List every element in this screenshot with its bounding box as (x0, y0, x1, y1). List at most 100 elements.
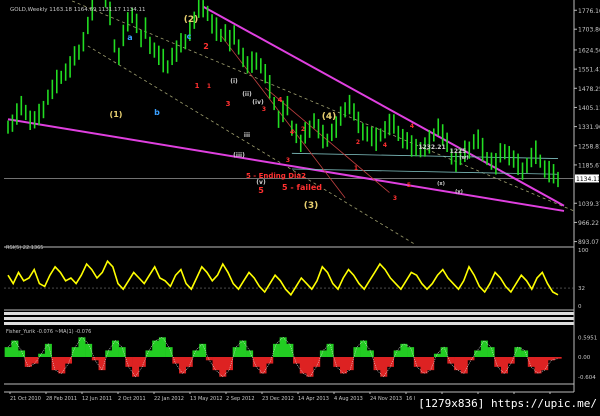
fisher-bar (306, 357, 314, 377)
fisher-label: Fisher_Yurik -0.076 ~MA(1) -0.076 (6, 329, 91, 335)
fisher-bar (185, 357, 193, 367)
x-axis-tick-label: 14 Apr 2013 (298, 396, 329, 402)
watermark: [1279x836] https://upic.me/ (415, 396, 600, 412)
fisher-bar (38, 353, 46, 357)
x-axis-tick-label: 2 Sep 2012 (226, 396, 255, 402)
wave-label: 4 (383, 142, 387, 149)
fisher-bar (313, 357, 321, 367)
price-axis-tick-label: 1185.67 (578, 162, 600, 169)
wave-label: 5 (407, 182, 411, 189)
fisher-bar (252, 357, 260, 367)
wave-label: 1 (354, 165, 358, 172)
fisher-axis-tick-label: 0.5951 (578, 335, 597, 341)
rsi-label: RSI(5) 22.1365 (6, 245, 43, 251)
fisher-axis-tick-label: 0.00 (578, 355, 591, 361)
fisher-bar (205, 357, 213, 361)
fisher-bar (272, 343, 280, 357)
wave-label: 2 (301, 126, 305, 133)
wave-label: (2) (184, 15, 199, 25)
wave-label: (ii) (242, 91, 252, 98)
wave-label: 1 (207, 83, 211, 90)
x-axis-tick-label: 23 Dec 2012 (262, 396, 294, 402)
wave-label: 5 - Ending Dia2 (246, 172, 306, 180)
x-axis-tick-label: 2 Oct 2011 (118, 396, 146, 402)
rsi-line (7, 259, 559, 297)
indicator-separator-bar (4, 312, 574, 315)
fisher-bar (31, 357, 39, 364)
wave-label: (y) (455, 189, 463, 195)
wave-label: 3 (226, 100, 231, 108)
wave-label: 1232.21 (418, 144, 445, 151)
price-axis-tick-label: 1624.56 (578, 47, 600, 54)
wave-label: (x) (437, 181, 445, 187)
fisher-bar (326, 343, 334, 357)
wave-label: 1225 (450, 148, 467, 155)
fisher-bar (145, 350, 153, 357)
fisher-bar (541, 357, 549, 371)
x-axis-tick-label: 22 Jan 2012 (154, 396, 184, 402)
wave-label: 3 (286, 157, 290, 164)
fisher-bar (98, 357, 106, 371)
x-axis-tick-label: 24 Nov 2013 (370, 396, 402, 402)
fisher-bar (71, 347, 79, 357)
fisher-bar (158, 337, 166, 357)
wave-label: 2 (203, 42, 209, 51)
price-axis-tick-label: 966.22 (578, 220, 599, 227)
fisher-bar (386, 357, 394, 367)
fisher-bar (286, 343, 294, 357)
fisher-axis-tick-label: -0.604 (578, 375, 596, 381)
x-axis-tick-label: 4 Aug 2013 (334, 396, 363, 402)
wave-label: a (127, 33, 132, 42)
fisher-bar (413, 357, 421, 367)
fisher-bar (138, 357, 146, 367)
last-price-label: 1134.11 (576, 176, 600, 183)
indicator-separator-bar (4, 317, 574, 320)
fisher-bar (474, 350, 482, 357)
fisher-bar (111, 340, 119, 357)
fisher-bar (447, 357, 455, 364)
price-axis-tick-label: 1258.81 (578, 143, 600, 150)
lower-channel-line (7, 118, 565, 212)
fisher-bar (105, 350, 113, 357)
indicator-separator-bar (4, 322, 574, 325)
rsi-axis-tick-label: 0 (578, 304, 582, 310)
wave-label: 5 (258, 186, 264, 195)
fisher-bar (494, 357, 502, 367)
x-axis-tick-label: 28 Feb 2011 (46, 396, 77, 402)
x-axis-tick-label: 12 Jun 2011 (82, 396, 112, 402)
wave-label: b (154, 108, 160, 117)
fisher-bar (51, 357, 59, 371)
fisher-bar (366, 350, 374, 357)
fisher-bar (91, 357, 99, 361)
price-axis-tick-label: 893.07 (578, 239, 599, 246)
chart-root: 1776.10 1703.86 1624.56 1551.41 1478.25 1405.… (0, 0, 600, 412)
fisher-bar (246, 350, 254, 357)
fisher-bar (500, 357, 508, 374)
price-axis-tick-label: 1331.96 (578, 124, 600, 131)
fisher-bar (212, 357, 220, 371)
fisher-bar (333, 357, 341, 367)
wave-label: c (187, 32, 192, 41)
fisher-bar (4, 347, 12, 357)
wave-label: iii (244, 132, 250, 139)
fisher-bar (554, 357, 562, 359)
wave-label: 4 (410, 123, 414, 130)
wave-label: 4 (290, 129, 294, 136)
wave-label: 1 (195, 82, 200, 90)
fisher-bar (346, 357, 354, 371)
wave-label: (iii) (233, 152, 245, 159)
wave-label: (w) (459, 155, 468, 161)
wave-label: (i) (230, 78, 238, 85)
fisher-bar (380, 357, 388, 377)
wave-label: (1) (110, 110, 123, 119)
symbol-header: GOLD,Weekly 1163.18 1164.69 1131.17 1134… (10, 7, 145, 13)
wave-label: 5 - failed (282, 183, 322, 192)
fisher-bar (225, 357, 233, 371)
fisher-bar (165, 347, 173, 357)
fisher-bar (507, 357, 515, 364)
fisher-bar (514, 347, 522, 357)
fisher-bar (58, 357, 66, 374)
price-axis-tick-label: 1039.37 (578, 201, 600, 208)
rsi-axis-tick-label: 32 (578, 286, 585, 292)
fisher-bar (534, 357, 542, 374)
